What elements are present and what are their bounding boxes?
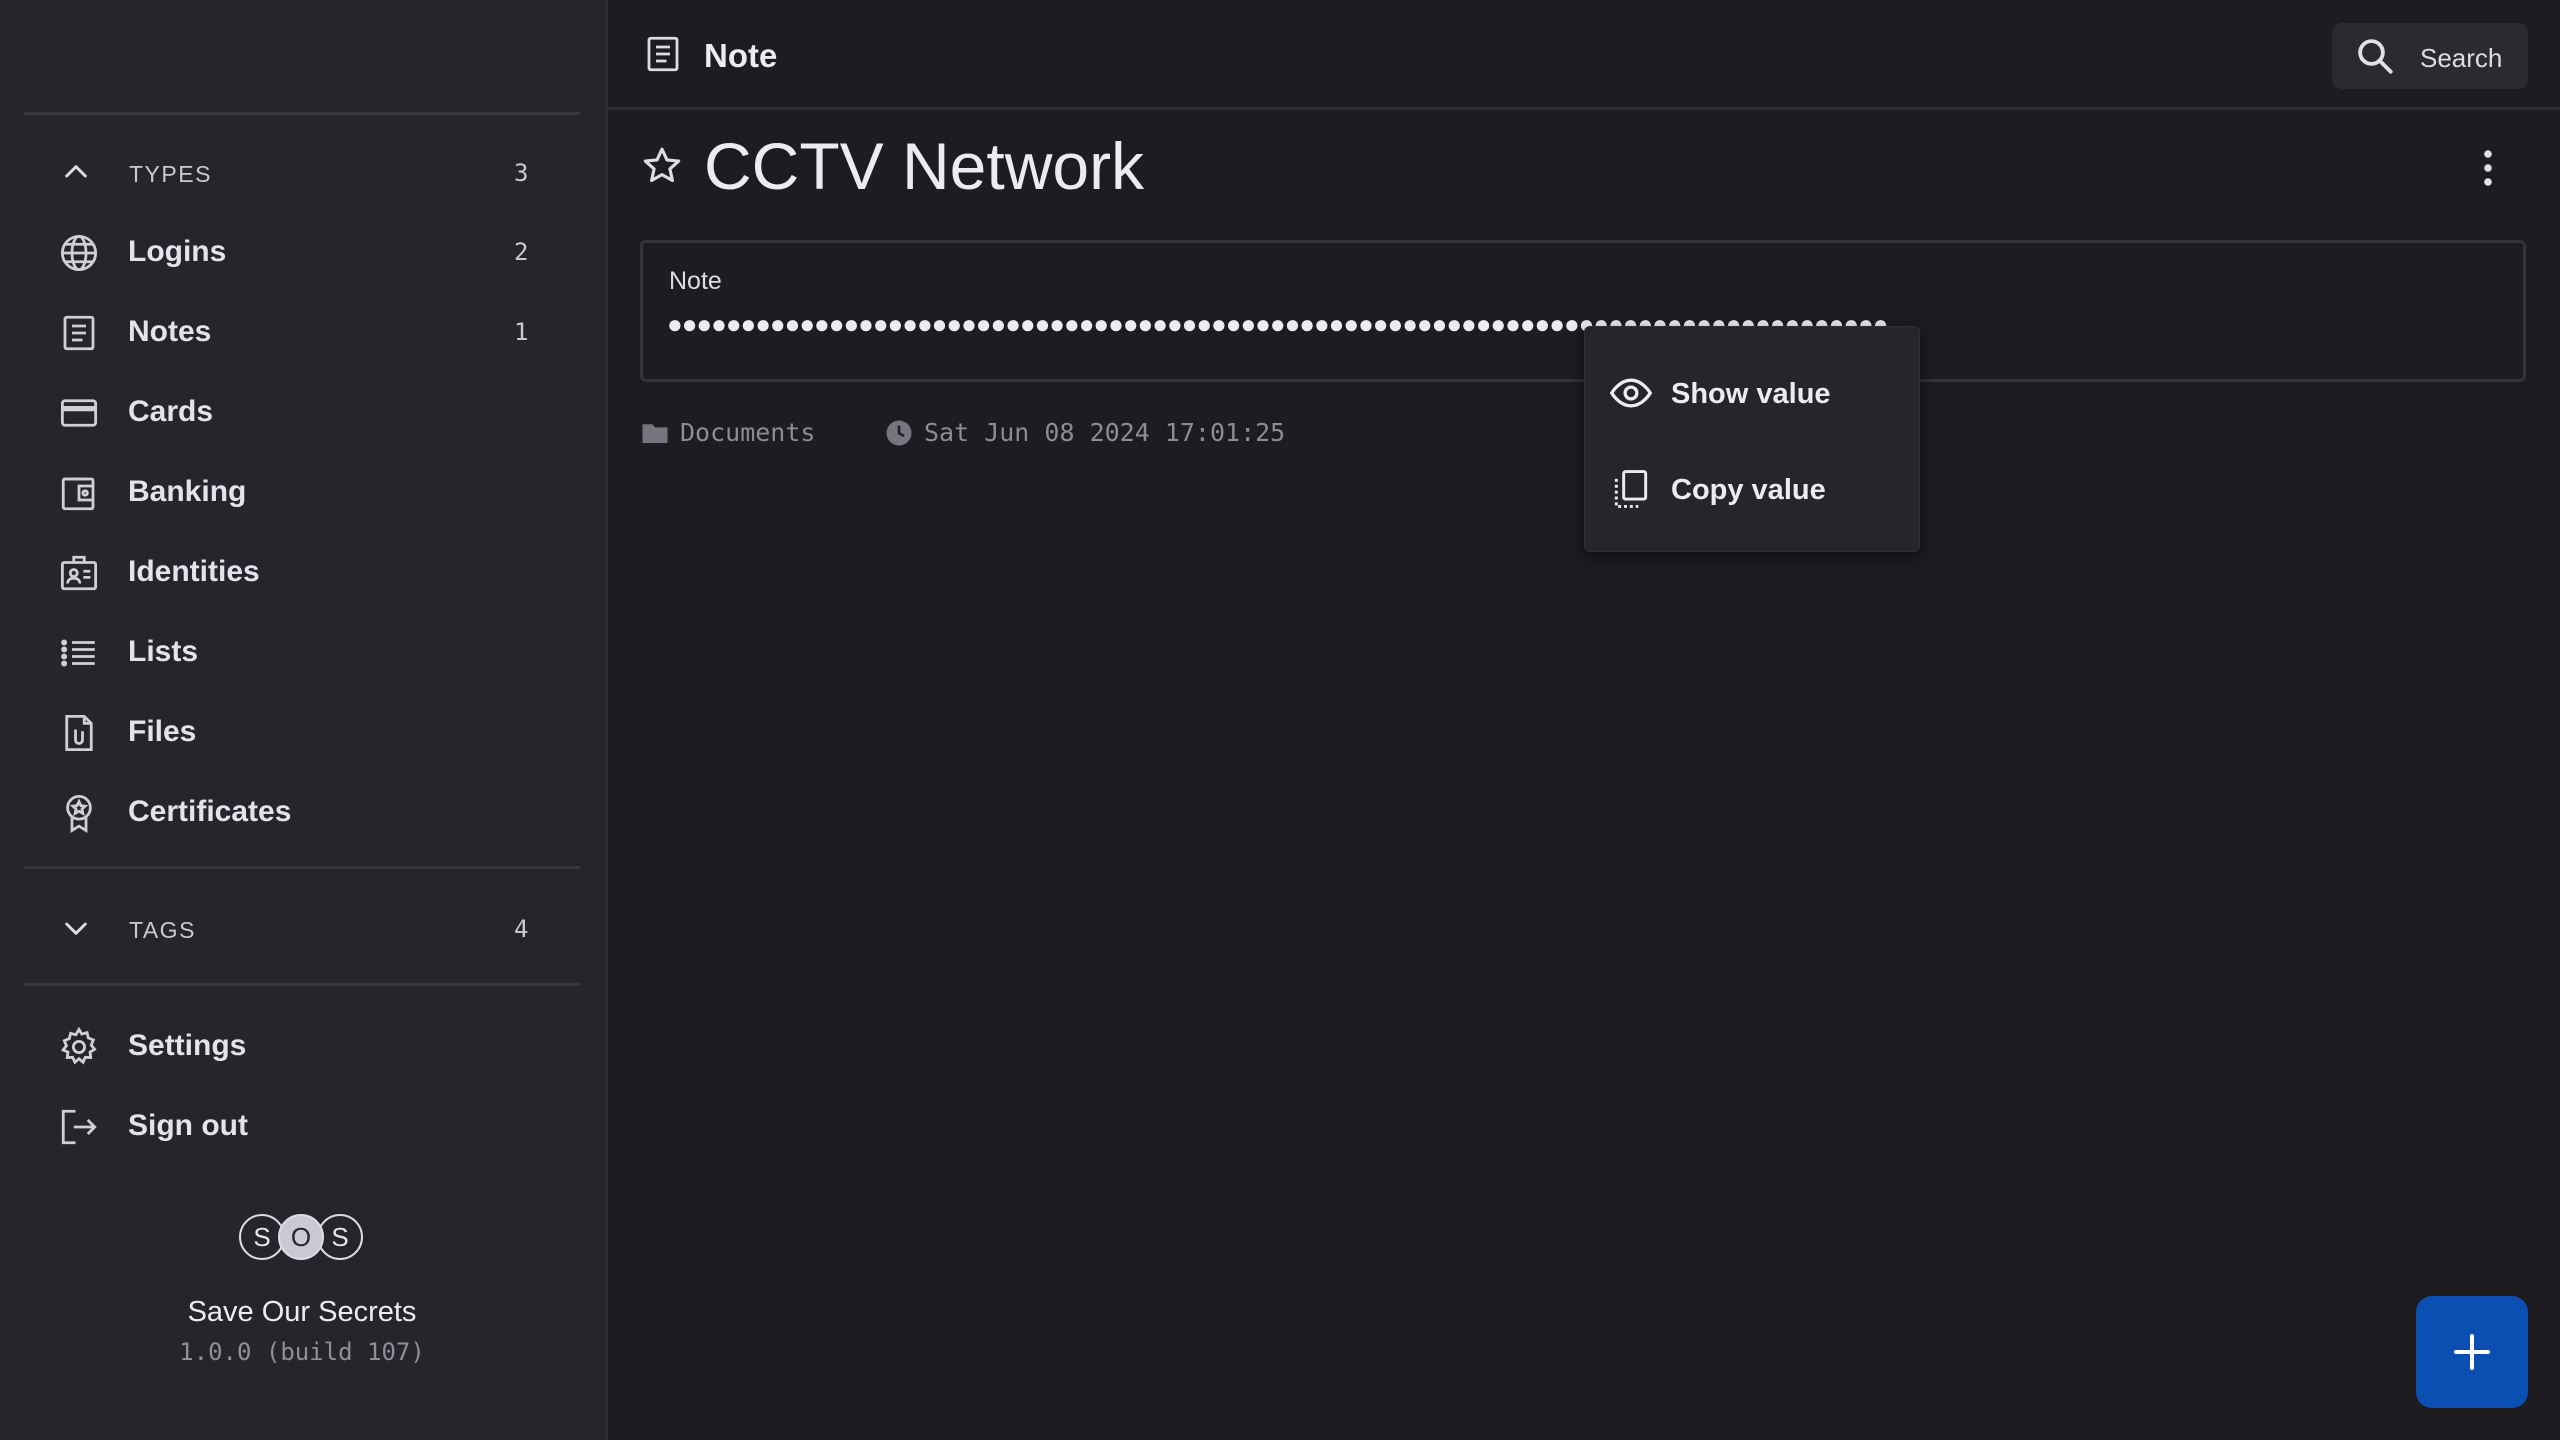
sign-out-button[interactable]: Sign out — [0, 1092, 608, 1156]
sidebar-item-label: Certificates — [128, 795, 292, 828]
globe-icon — [60, 234, 98, 272]
sidebar-divider — [24, 866, 580, 869]
folder-name: Documents — [680, 418, 816, 447]
sidebar-item-lists[interactable]: Lists — [0, 618, 608, 682]
modified-timestamp: Sat Jun 08 2024 17:01:25 — [924, 418, 1286, 447]
sidebar-item-label: Logins — [128, 235, 227, 268]
copy-value-label: Copy value — [1671, 474, 1826, 506]
sidebar-item-banking[interactable]: Banking — [0, 458, 608, 522]
sidebar-item-files[interactable]: Files — [0, 698, 608, 762]
types-count: 3 — [514, 159, 529, 187]
sidebar-divider — [24, 983, 580, 986]
context-menu: Show value Copy value — [1584, 326, 1920, 552]
sidebar-item-notes[interactable]: Notes 1 — [0, 298, 608, 362]
chevron-down-icon — [65, 922, 87, 935]
tags-label: TAGS — [129, 917, 196, 943]
note-icon — [63, 315, 95, 351]
sidebar-item-count: 2 — [514, 238, 529, 266]
search-label: Search — [2420, 43, 2503, 73]
eye-icon — [1609, 378, 1653, 408]
types-section-toggle[interactable]: TYPES 3 — [0, 142, 608, 202]
settings-button[interactable]: Settings — [0, 1012, 608, 1076]
sidebar-item-cards[interactable]: Cards — [0, 378, 608, 442]
top-bar: Note Search — [608, 0, 2560, 110]
chevron-up-icon — [65, 165, 87, 178]
file-attachment-icon — [65, 714, 93, 752]
sidebar-item-logins[interactable]: Logins 2 — [0, 218, 608, 282]
sos-logo: S O S — [239, 1214, 363, 1260]
app-version: 1.0.0 (build 107) — [179, 1338, 425, 1366]
copy-value-menu-item[interactable]: Copy value — [1585, 449, 1919, 529]
sidebar: TYPES 3 Logins 2 Notes 1 Cards Banking I… — [0, 0, 608, 1440]
folder-icon — [642, 424, 668, 443]
sidebar-item-label: Notes — [128, 315, 212, 348]
sign-out-label: Sign out — [128, 1109, 248, 1142]
search-button[interactable]: Search — [2332, 23, 2528, 89]
tags-count: 4 — [514, 915, 529, 943]
search-icon — [2358, 39, 2393, 74]
tags-section-toggle[interactable]: TAGS 4 — [0, 898, 608, 958]
star-icon[interactable] — [640, 144, 684, 188]
clock-icon — [886, 420, 912, 446]
sidebar-item-label: Files — [128, 715, 197, 748]
credit-card-icon — [60, 399, 98, 427]
sidebar-divider — [24, 112, 580, 115]
sign-out-icon — [61, 1109, 97, 1145]
page-type-title: Note — [704, 37, 778, 74]
certificate-icon — [66, 794, 92, 834]
note-masked-value[interactable]: ●●●●●●●●●●●●●●●●●●●●●●●●●●●●●●●●●●●●●●●●… — [667, 309, 2167, 340]
copy-icon — [1614, 470, 1648, 508]
sidebar-item-count: 1 — [514, 318, 529, 346]
page-title: CCTV Network — [704, 129, 1145, 203]
sidebar-item-identities[interactable]: Identities — [0, 538, 608, 602]
show-value-menu-item[interactable]: Show value — [1585, 353, 1919, 433]
sidebar-item-certificates[interactable]: Certificates — [0, 778, 608, 842]
note-field-label: Note — [669, 267, 722, 295]
app-name: Save Our Secrets — [187, 1296, 417, 1328]
sidebar-item-label: Lists — [128, 635, 199, 668]
note-icon — [647, 36, 679, 72]
list-icon — [61, 639, 95, 667]
add-item-button[interactable] — [2416, 1296, 2528, 1408]
id-badge-icon — [60, 555, 98, 591]
more-options-icon[interactable] — [2468, 144, 2508, 192]
sidebar-item-label: Cards — [128, 395, 214, 428]
sidebar-item-label: Banking — [128, 475, 247, 508]
plus-icon — [2454, 1334, 2490, 1370]
settings-label: Settings — [128, 1029, 247, 1062]
svg-text:O: O — [291, 1222, 311, 1252]
sidebar-item-label: Identities — [128, 555, 260, 588]
note-field[interactable]: Note ●●●●●●●●●●●●●●●●●●●●●●●●●●●●●●●●●●●… — [640, 240, 2526, 382]
types-label: TYPES — [129, 161, 212, 187]
gear-icon — [60, 1026, 97, 1065]
wallet-icon — [61, 477, 95, 511]
svg-text:S: S — [253, 1222, 270, 1252]
svg-text:S: S — [331, 1222, 348, 1252]
show-value-label: Show value — [1671, 378, 1831, 410]
